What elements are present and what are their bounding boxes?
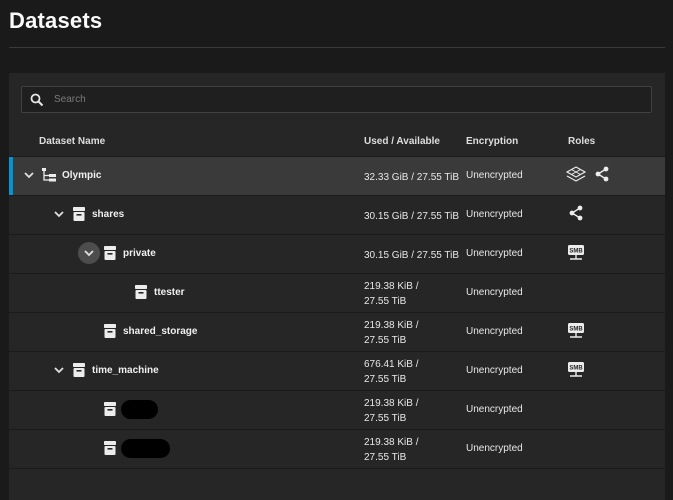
used-available: 219.38 KiB / 27.55 TiB [364, 318, 418, 348]
table-row[interactable]: 219.38 KiB / 27.55 TiB Unencrypted [9, 429, 665, 468]
table-header: Dataset Name Used / Available Encryption… [9, 128, 665, 156]
page-title: Datasets [9, 8, 103, 33]
table-row[interactable]: shared_storage 219.38 KiB / 27.55 TiB Un… [9, 312, 665, 351]
dataset-name: Olympic [62, 170, 102, 181]
search-icon [30, 93, 44, 106]
title-divider [9, 47, 665, 48]
available-line: 27.55 TiB [364, 374, 407, 385]
table-row[interactable]: Olympic 32.33 GiB / 27.55 TiB Unencrypte… [9, 156, 665, 195]
table-bottom-divider [9, 468, 665, 500]
dataset-icon [103, 440, 117, 456]
dataset-icon [72, 206, 86, 222]
dataset-icon [134, 284, 148, 300]
table-row[interactable]: 219.38 KiB / 27.55 TiB Unencrypted [9, 390, 665, 429]
available-line: 27.55 TiB [364, 452, 407, 463]
share-icon[interactable] [568, 205, 584, 221]
used-available: 32.33 GiB / 27.55 TiB [364, 172, 460, 183]
column-header-roles[interactable]: Roles [568, 136, 595, 147]
dataset-icon [103, 323, 117, 339]
chevron-down-icon[interactable] [23, 169, 35, 181]
search-input[interactable] [52, 93, 616, 106]
used-line: 676.41 KiB / [364, 359, 419, 370]
dataset-name: time_machine [92, 365, 159, 376]
dataset-tree-icon[interactable] [566, 166, 586, 184]
column-header-encryption[interactable]: Encryption [466, 136, 518, 147]
used-available: 219.38 KiB / 27.55 TiB [364, 279, 418, 309]
used-line: 219.38 KiB / [364, 281, 419, 292]
share-icon[interactable] [594, 166, 610, 182]
datasets-panel: Dataset Name Used / Available Encryption… [9, 73, 665, 500]
available-line: 27.55 TiB [364, 296, 407, 307]
encryption-status: Unencrypted [466, 443, 523, 454]
encryption-status: Unencrypted [466, 326, 523, 337]
redacted-name [121, 400, 158, 419]
used-available: 219.38 KiB / 27.55 TiB [364, 435, 418, 465]
used-line: 219.38 KiB / [364, 398, 419, 409]
dataset-name: ttester [154, 287, 185, 298]
smb-icon[interactable] [567, 322, 585, 340]
encryption-status: Unencrypted [466, 248, 523, 259]
dataset-name: shared_storage [123, 326, 198, 337]
chevron-down-icon[interactable] [83, 247, 95, 259]
dataset-icon [72, 362, 86, 378]
smb-icon[interactable] [567, 361, 585, 379]
dataset-name: private [123, 248, 156, 259]
column-header-used-available[interactable]: Used / Available [364, 136, 440, 147]
table-row[interactable]: shares 30.15 GiB / 27.55 TiB Unencrypted [9, 195, 665, 234]
used-available: 30.15 GiB / 27.55 TiB [364, 211, 460, 222]
available-line: 27.55 TiB [364, 413, 407, 424]
dataset-icon [103, 401, 117, 417]
expand-toggle[interactable] [78, 242, 100, 264]
redacted-name [121, 439, 170, 458]
column-header-dataset-name[interactable]: Dataset Name [39, 136, 105, 147]
table-row[interactable]: ttester 219.38 KiB / 27.55 TiB Unencrypt… [9, 273, 665, 312]
dataset-icon [103, 245, 117, 261]
encryption-status: Unencrypted [466, 404, 523, 415]
used-line: 219.38 KiB / [364, 320, 419, 331]
used-line: 219.38 KiB / [364, 437, 419, 448]
used-available: 219.38 KiB / 27.55 TiB [364, 396, 418, 426]
used-available: 30.15 GiB / 27.55 TiB [364, 250, 460, 261]
table-row[interactable]: private 30.15 GiB / 27.55 TiB Unencrypte… [9, 234, 665, 273]
smb-icon[interactable] [567, 244, 585, 262]
encryption-status: Unencrypted [466, 170, 523, 181]
table-row[interactable]: time_machine 676.41 KiB / 27.55 TiB Unen… [9, 351, 665, 390]
encryption-status: Unencrypted [466, 209, 523, 220]
search-box[interactable] [21, 86, 652, 113]
encryption-status: Unencrypted [466, 365, 523, 376]
dataset-tree-icon [42, 168, 56, 182]
chevron-down-icon[interactable] [53, 208, 65, 220]
dataset-name: shares [92, 209, 125, 220]
chevron-down-icon[interactable] [53, 364, 65, 376]
used-available: 676.41 KiB / 27.55 TiB [364, 357, 418, 387]
available-line: 27.55 TiB [364, 335, 407, 346]
encryption-status: Unencrypted [466, 287, 523, 298]
